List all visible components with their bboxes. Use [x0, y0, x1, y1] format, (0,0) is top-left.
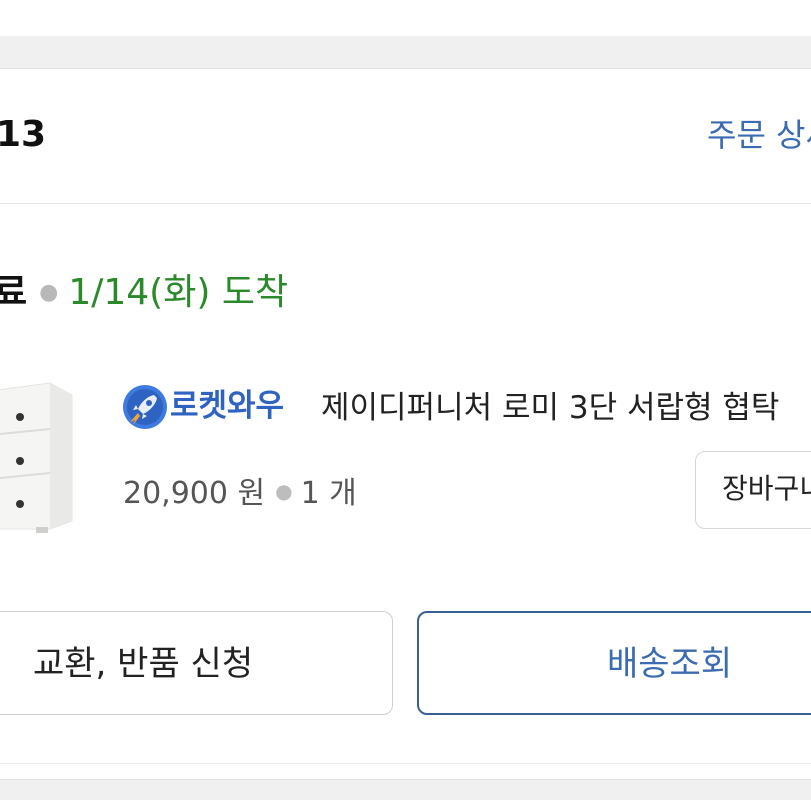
track-delivery-label: 배송조회: [607, 644, 733, 684]
product-quantity: 1 개: [300, 476, 357, 511]
order-date: 13: [0, 114, 47, 155]
order-detail-link[interactable]: 주문 상세보기: [707, 113, 811, 157]
return-request-label: 교환, 반품 신청: [33, 644, 254, 684]
order-card: 13 주문 상세보기 료●1/14(화) 도착 로켓와우 제이디: [0, 68, 811, 780]
divider: [0, 763, 811, 764]
delivery-status: 료 ● 1/14(화) 도착: [0, 269, 288, 322]
add-to-cart-button[interactable]: 장바구니: [695, 451, 811, 529]
next-section: [0, 800, 811, 811]
separator-dot: ●: [275, 479, 293, 503]
return-request-button[interactable]: 교환, 반품 신청: [0, 611, 393, 715]
track-delivery-button[interactable]: 배송조회: [417, 611, 811, 715]
previous-section: [0, 0, 811, 36]
rocket-wow-badge: 로켓와우: [170, 388, 285, 424]
status-text: 료: [0, 272, 27, 313]
rocket-icon: [121, 383, 169, 431]
add-to-cart-label: 장바구니: [722, 472, 811, 505]
separator-dot: ●: [39, 280, 59, 305]
order-header: 13 주문 상세보기: [0, 69, 811, 204]
product-title[interactable]: 제이디퍼니처 로미 3단 서랍형 협탁: [321, 387, 779, 429]
product-thumbnail[interactable]: [0, 369, 76, 539]
product-price: 20,900 원: [123, 476, 266, 511]
arrival-date: 1/14(화) 도착: [68, 272, 289, 313]
price-quantity: 20,900 원 ● 1 개: [123, 473, 357, 517]
